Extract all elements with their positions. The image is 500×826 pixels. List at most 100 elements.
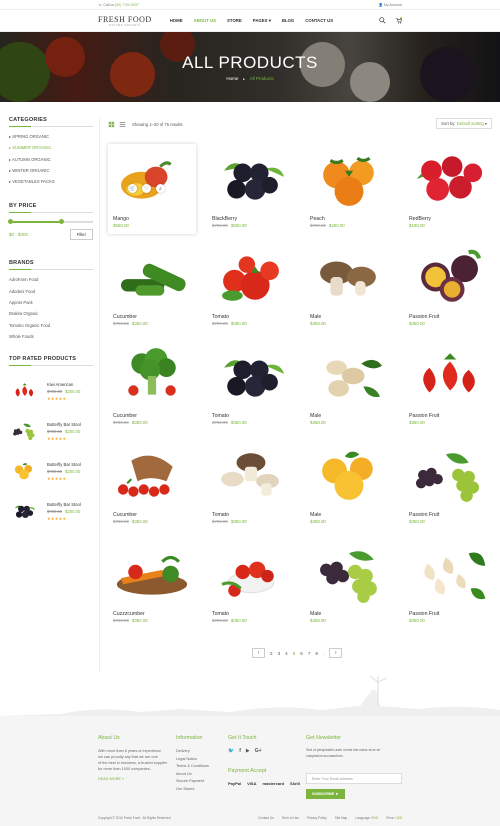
product-name[interactable]: Cucumber — [113, 512, 137, 518]
product-name[interactable]: Tomato — [212, 611, 229, 617]
apricot-image[interactable] — [307, 444, 391, 506]
youtube-icon[interactable]: ▶ — [246, 748, 250, 754]
top-rated-item[interactable]: Butterfly Bar Stool $780.00 $250.00 ★★★★★ — [9, 416, 93, 446]
top-rated-item[interactable]: Butterfly Bar Stool $780.00 $250.00 ★★★★★ — [9, 456, 93, 486]
top-rated-item[interactable]: Butterfly Bar Stool $780.00 $250.00 ★★★★★ — [9, 496, 93, 526]
product-name[interactable]: Tomato — [212, 512, 229, 518]
product-name[interactable]: RedBerry — [409, 216, 431, 222]
persimmon-image[interactable] — [307, 148, 391, 210]
phone-number[interactable]: (00) 7700 6537 — [115, 3, 139, 7]
vegmix-image[interactable] — [110, 543, 194, 605]
sort-value[interactable]: Default sorting — [457, 121, 484, 126]
product-card[interactable]: Cucumber $780.00 $350.00 — [108, 242, 196, 332]
account-link[interactable]: 👤 My Account — [379, 3, 402, 7]
list-view-icon[interactable] — [119, 121, 126, 128]
footer-bottom-link[interactable]: Contact Us — [258, 816, 274, 820]
footer-info-link[interactable]: Delivery — [176, 748, 209, 756]
apricot-image[interactable] — [10, 460, 38, 482]
product-card[interactable]: Male $358.00 — [305, 242, 393, 332]
menu-item-pages[interactable]: PAGES ▾ — [253, 18, 271, 24]
product-name[interactable]: Peach — [310, 216, 325, 222]
top-rated-thumb[interactable] — [9, 377, 39, 405]
product-card[interactable]: Cuzzzcumber $780.00 $350.00 — [108, 539, 196, 629]
pistachio-image[interactable] — [307, 345, 391, 407]
grapes2-image[interactable] — [307, 543, 391, 605]
product-card[interactable]: Passion Fruit $350.00 — [404, 242, 492, 332]
breadcrumb-home[interactable]: Home — [226, 76, 238, 81]
category-item[interactable]: ▸ AUTUMN ORGANIC — [9, 154, 93, 165]
product-name[interactable]: Tomato — [212, 413, 229, 419]
footer-bottom-link[interactable]: Privacy Policy — [307, 816, 327, 820]
search-icon[interactable]: ⌕ — [156, 184, 165, 193]
product-card[interactable]: 🛒 ♡ ⌕ Mango $550.00 — [108, 144, 196, 234]
price-slider[interactable] — [8, 219, 93, 225]
product-card[interactable]: RedBerry $190.00 — [404, 144, 492, 234]
product-card[interactable]: Male $358.00 — [305, 341, 393, 431]
product-card[interactable]: Passion Fruit $350.00 — [404, 341, 492, 431]
product-card[interactable]: Tomato $780.00 $350.00 — [207, 440, 295, 530]
brand-item[interactable]: Appros Pack — [9, 297, 93, 308]
product-name[interactable]: Cuzzzcumber — [113, 611, 145, 617]
category-item[interactable]: ▸ SPRING ORGANIC — [9, 131, 93, 142]
brand-item[interactable]: AdroFarm Food — [9, 274, 93, 285]
brand-item[interactable]: Whole Foods — [9, 331, 93, 342]
top-rated-name[interactable]: Butterfly Bar Stool — [47, 502, 81, 507]
page-number[interactable]: 6 — [300, 651, 303, 656]
product-name[interactable]: Cucumber — [113, 314, 137, 320]
product-card[interactable]: Cucumber $780.00 $350.00 — [108, 440, 196, 530]
facebook-icon[interactable]: f — [239, 748, 241, 754]
product-name[interactable]: Passion Fruit — [409, 611, 439, 617]
blackberry-image[interactable] — [209, 345, 293, 407]
broccoli-image[interactable] — [110, 345, 194, 407]
prev-page-button[interactable]: ‹ — [252, 648, 265, 658]
menu-item-store[interactable]: STORE — [227, 18, 242, 24]
grapes-image[interactable] — [406, 444, 490, 506]
top-rated-name[interactable]: Butterfly Bar Stool — [47, 462, 81, 467]
footer-bottom-link[interactable]: Site Map — [335, 816, 348, 820]
twitter-icon[interactable]: 🐦 — [228, 748, 234, 754]
product-name[interactable]: Cucumber — [113, 413, 137, 419]
product-card[interactable]: Tomato $780.00 $350.00 — [207, 242, 295, 332]
product-card[interactable]: Tomato $780.00 $350.00 — [207, 539, 295, 629]
heart-icon[interactable]: ♡ — [142, 184, 151, 193]
footer-info-link[interactable]: Terms & Conditions — [176, 763, 209, 771]
footer-info-link[interactable]: Legal Notice — [176, 756, 209, 764]
category-item[interactable]: ▸ WINTER ORGANIC — [9, 165, 93, 176]
blackberry-image[interactable] — [209, 148, 293, 210]
product-name[interactable]: Male — [310, 413, 321, 419]
mushroom-image[interactable] — [307, 246, 391, 308]
passion-image[interactable] — [406, 246, 490, 308]
currency-select[interactable]: USD — [395, 816, 402, 820]
language-select[interactable]: ENG — [371, 816, 378, 820]
product-card[interactable]: Male $358.00 — [305, 440, 393, 530]
strawberry-image[interactable] — [10, 380, 38, 402]
product-name[interactable]: Male — [310, 611, 321, 617]
page-number[interactable]: 5 — [293, 651, 296, 656]
sort-select[interactable]: Sort by: Default sorting ▾ — [436, 118, 492, 129]
tomato-image[interactable] — [209, 246, 293, 308]
menu-item-home[interactable]: HOME — [170, 18, 183, 24]
mango-image[interactable] — [110, 148, 194, 210]
brand-item[interactable]: Brakira Organic — [9, 308, 93, 319]
footer-info-link[interactable]: About Us — [176, 771, 209, 779]
category-item[interactable]: ▸ SUMMER ORGANIC — [9, 142, 93, 153]
product-name[interactable]: Passion Fruit — [409, 314, 439, 320]
product-name[interactable]: Male — [310, 512, 321, 518]
product-card[interactable]: Passion Fruit $350.00 — [404, 539, 492, 629]
google-plus-icon[interactable]: G+ — [255, 748, 262, 754]
top-rated-name[interactable]: Kiwi American — [47, 382, 80, 387]
blackberry-image[interactable] — [10, 500, 38, 522]
product-card[interactable]: BlackBerry $780.00 $550.00 — [207, 144, 295, 234]
menu-item-blog[interactable]: BLOG — [282, 18, 294, 24]
top-rated-thumb[interactable] — [9, 457, 39, 485]
apples-image[interactable] — [406, 148, 490, 210]
read-more-link[interactable]: READ MORE » — [98, 777, 173, 781]
basket-image[interactable] — [110, 444, 194, 506]
mushroom2-image[interactable] — [209, 444, 293, 506]
brand-item[interactable]: Tomoko Organic Food — [9, 320, 93, 331]
subscribe-button[interactable]: SUBSCRIBE ► — [306, 789, 346, 799]
product-card[interactable]: Passion Fruit $350.00 — [404, 440, 492, 530]
brand-item[interactable]: Adodeni Food — [9, 286, 93, 297]
top-rated-thumb[interactable] — [9, 417, 39, 445]
product-card[interactable]: Cucumber $780.00 $350.00 — [108, 341, 196, 431]
